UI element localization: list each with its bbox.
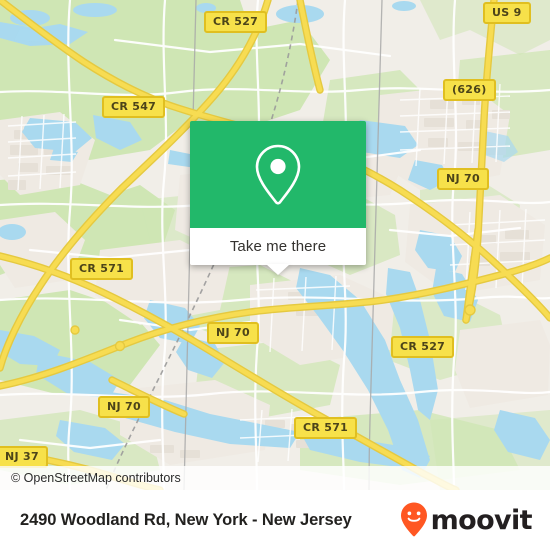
map-screenshot: CR 527 US 9 CR 547 (626) NJ 70 CR 571 NJ… [0,0,550,550]
popup-image-area [190,121,366,228]
popup-action-area[interactable]: Take me there [190,228,366,265]
address-title: 2490 Woodland Rd, New York - New Jersey [20,510,352,529]
location-pin-icon [255,144,301,205]
road-shield-nj-70-east: NJ 70 [437,168,489,190]
road-shield-cr-571-west: CR 571 [70,258,134,280]
take-me-there-label: Take me there [229,238,327,255]
moovit-smiley-pin-icon [400,502,427,537]
road-shield-nj-70-center: NJ 70 [207,322,259,344]
popup-pointer-tail [266,264,290,275]
road-shield-cr-571-south: CR 571 [294,417,358,439]
location-popup-card[interactable]: Take me there [190,121,366,275]
moovit-logo[interactable]: moovit [399,501,533,539]
attribution-text: © OpenStreetMap contributors [11,471,181,485]
road-shield-cr-527-north: CR 527 [204,11,268,33]
map-canvas[interactable]: CR 527 US 9 CR 547 (626) NJ 70 CR 571 NJ… [0,0,550,490]
footer-bar: 2490 Woodland Rd, New York - New Jersey … [0,490,550,550]
road-shield-us-9: US 9 [483,2,531,24]
road-shield-nj-70-southwest: NJ 70 [98,396,150,418]
road-shield-626: (626) [443,79,496,101]
map-attribution-bar: © OpenStreetMap contributors [0,466,550,490]
road-shield-cr-547: CR 547 [102,96,166,118]
moovit-wordmark: moovit [430,504,533,536]
road-shield-cr-527-southeast: CR 527 [391,336,455,358]
road-shield-nj-37: NJ 37 [0,446,48,468]
